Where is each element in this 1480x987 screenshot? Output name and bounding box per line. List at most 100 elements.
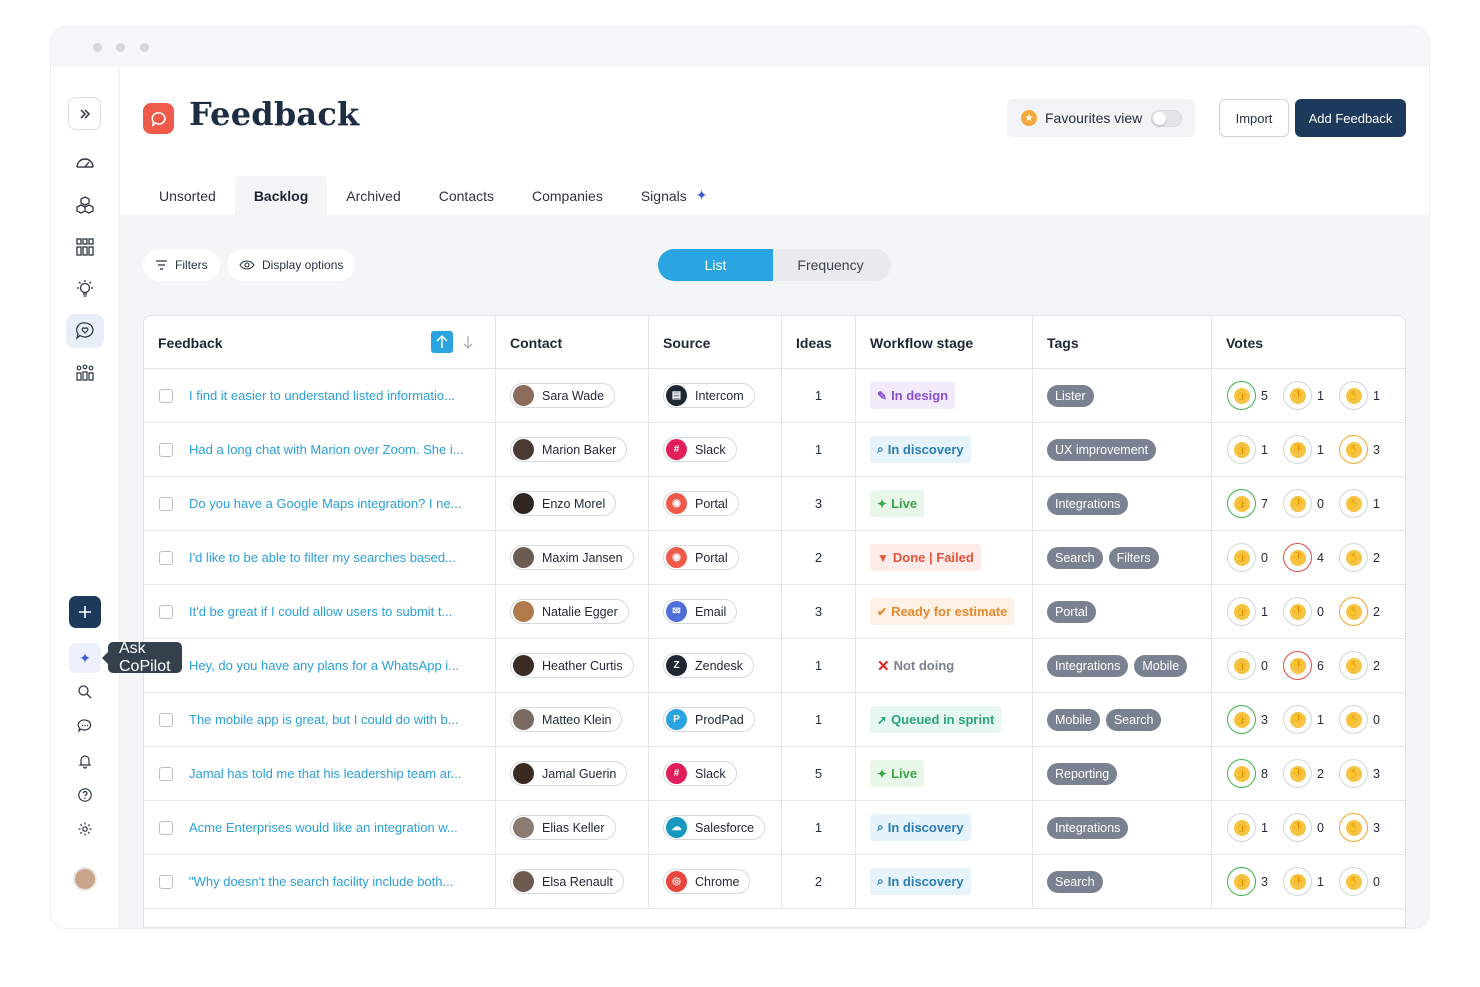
upvote-button[interactable]: 👍 3: [1227, 705, 1273, 734]
vote-circle[interactable]: ✋: [1339, 705, 1368, 734]
settings-button[interactable]: [75, 819, 95, 839]
neutral-vote-button[interactable]: ✋ 3: [1339, 435, 1385, 464]
vote-circle[interactable]: ✋: [1339, 867, 1368, 896]
tag-chip[interactable]: Filters: [1108, 546, 1159, 569]
table-row[interactable]: I'd like to be able to filter my searche…: [144, 531, 1405, 585]
neutral-vote-button[interactable]: ✋ 2: [1339, 543, 1385, 572]
vote-circle[interactable]: ✋: [1339, 597, 1368, 626]
source-chip[interactable]: ◉ Portal: [663, 491, 739, 516]
tag-chip[interactable]: Search: [1105, 708, 1162, 731]
sidebar-item-dashboard[interactable]: [66, 146, 104, 180]
tab-archived[interactable]: Archived: [327, 176, 419, 215]
window-dot[interactable]: [116, 43, 125, 52]
source-chip[interactable]: # Slack: [663, 761, 737, 786]
workflow-stage-badge[interactable]: ✎ In design: [870, 382, 956, 409]
window-dot[interactable]: [93, 43, 102, 52]
feedback-text[interactable]: Do you have a Google Maps integration? I…: [189, 496, 461, 511]
vote-circle[interactable]: 👎: [1283, 651, 1312, 680]
source-chip[interactable]: ☁ Salesforce: [663, 815, 766, 840]
upvote-button[interactable]: 👍 8: [1227, 759, 1273, 788]
vote-circle[interactable]: 👎: [1283, 705, 1312, 734]
vote-circle[interactable]: 👍: [1227, 651, 1256, 680]
create-button[interactable]: [69, 596, 101, 628]
upvote-button[interactable]: 👍 1: [1227, 813, 1273, 842]
notifications-button[interactable]: [75, 751, 95, 771]
sidebar-item-boards[interactable]: [66, 230, 104, 264]
downvote-button[interactable]: 👎 0: [1283, 489, 1329, 518]
upvote-button[interactable]: 👍 0: [1227, 651, 1273, 680]
vote-circle[interactable]: ✋: [1339, 759, 1368, 788]
workflow-stage-badge[interactable]: ➚ Queued in sprint: [870, 706, 1002, 733]
contact-chip[interactable]: Sara Wade: [510, 383, 616, 408]
downvote-button[interactable]: 👎 1: [1283, 867, 1329, 896]
vote-circle[interactable]: 👎: [1283, 813, 1312, 842]
tag-chip[interactable]: Integrations: [1047, 492, 1129, 515]
vote-circle[interactable]: 👍: [1227, 435, 1256, 464]
column-header-contact[interactable]: Contact: [496, 316, 649, 369]
help-button[interactable]: [75, 785, 95, 805]
feedback-text[interactable]: Had a long chat with Marion over Zoom. S…: [189, 442, 464, 457]
contact-chip[interactable]: Jamal Guerin: [510, 761, 628, 786]
workflow-stage-badge[interactable]: ✔ Ready for estimate: [870, 598, 1015, 625]
table-row[interactable]: Do you have a Google Maps integration? I…: [144, 477, 1405, 531]
vote-circle[interactable]: 👍: [1227, 867, 1256, 896]
vote-circle[interactable]: 👍: [1227, 759, 1256, 788]
user-avatar[interactable]: [73, 867, 97, 891]
feedback-text[interactable]: The mobile app is great, but I could do …: [189, 712, 459, 727]
feedback-text[interactable]: It'd be great if I could allow users to …: [189, 604, 452, 619]
vote-circle[interactable]: 👍: [1227, 705, 1256, 734]
table-row[interactable]: Had a long chat with Marion over Zoom. S…: [144, 423, 1405, 477]
tab-backlog[interactable]: Backlog: [234, 176, 328, 215]
window-dot[interactable]: [140, 43, 149, 52]
tag-chip[interactable]: Search: [1047, 870, 1103, 893]
messages-button[interactable]: [75, 716, 95, 736]
vote-circle[interactable]: 👎: [1283, 381, 1312, 410]
upvote-button[interactable]: 👍 0: [1227, 543, 1273, 572]
tab-unsorted[interactable]: Unsorted: [140, 176, 235, 215]
workflow-stage-badge[interactable]: ⌕ In discovery: [870, 868, 971, 895]
feedback-text[interactable]: I find it easier to understand listed in…: [189, 388, 455, 403]
contact-chip[interactable]: Marion Baker: [510, 437, 628, 462]
workflow-stage-badge[interactable]: ✕ Not doing: [870, 652, 962, 679]
feedback-text[interactable]: Hey, do you have any plans for a WhatsAp…: [189, 658, 459, 673]
upvote-button[interactable]: 👍 7: [1227, 489, 1273, 518]
vote-circle[interactable]: 👍: [1227, 381, 1256, 410]
vote-circle[interactable]: 👎: [1283, 597, 1312, 626]
vote-circle[interactable]: 👍: [1227, 489, 1256, 518]
vote-circle[interactable]: ✋: [1339, 813, 1368, 842]
workflow-stage-badge[interactable]: ✦ Live: [870, 490, 925, 517]
vote-circle[interactable]: ✋: [1339, 489, 1368, 518]
favourites-view-toggle[interactable]: ★ Favourites view: [1007, 99, 1195, 137]
neutral-vote-button[interactable]: ✋ 2: [1339, 597, 1385, 626]
upvote-button[interactable]: 👍 1: [1227, 597, 1273, 626]
contact-chip[interactable]: Maxim Jansen: [510, 545, 634, 570]
vote-circle[interactable]: 👎: [1283, 867, 1312, 896]
row-checkbox[interactable]: [159, 496, 173, 511]
table-row[interactable]: The mobile app is great, but I could do …: [144, 693, 1405, 747]
tag-chip[interactable]: Mobile: [1047, 708, 1100, 731]
vote-circle[interactable]: ✋: [1339, 651, 1368, 680]
source-chip[interactable]: ◎ Chrome: [663, 869, 751, 894]
table-row[interactable]: I find it easier to understand listed in…: [144, 369, 1405, 423]
tag-chip[interactable]: Reporting: [1047, 762, 1118, 785]
downvote-button[interactable]: 👎 1: [1283, 705, 1329, 734]
feedback-text[interactable]: I'd like to be able to filter my searche…: [189, 550, 456, 565]
table-row[interactable]: "Why doesn't the search facility include…: [144, 855, 1405, 909]
tab-contacts[interactable]: Contacts: [420, 176, 513, 215]
tag-chip[interactable]: Lister: [1047, 384, 1094, 407]
upvote-button[interactable]: 👍 5: [1227, 381, 1273, 410]
vote-circle[interactable]: 👍: [1227, 597, 1256, 626]
vote-circle[interactable]: 👎: [1283, 759, 1312, 788]
sidebar-item-feedback[interactable]: [66, 314, 104, 348]
contact-chip[interactable]: Natalie Egger: [510, 599, 629, 624]
copilot-button[interactable]: ✦: [69, 643, 101, 673]
tag-chip[interactable]: Mobile: [1134, 654, 1188, 677]
vote-circle[interactable]: ✋: [1339, 543, 1368, 572]
source-chip[interactable]: # Slack: [663, 437, 737, 462]
vote-circle[interactable]: 👍: [1227, 813, 1256, 842]
contact-chip[interactable]: Elsa Renault: [510, 869, 624, 894]
source-chip[interactable]: ▤ Intercom: [663, 383, 755, 408]
workflow-stage-badge[interactable]: ⌕ In discovery: [870, 814, 971, 841]
workflow-stage-badge[interactable]: ▼ Done | Failed: [870, 544, 981, 571]
feedback-text[interactable]: Jamal has told me that his leadership te…: [189, 766, 461, 781]
